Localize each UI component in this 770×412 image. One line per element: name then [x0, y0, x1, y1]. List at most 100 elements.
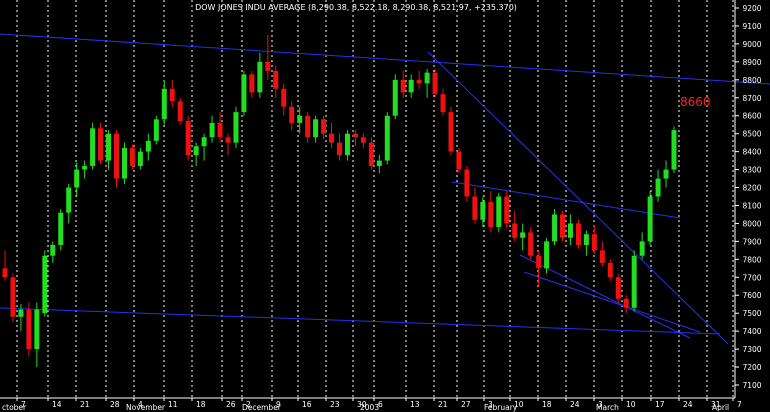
y-tick-label: 7300	[742, 345, 761, 354]
candle	[185, 115, 191, 161]
candle-body	[82, 165, 88, 170]
candle	[58, 209, 64, 251]
x-tick-label: 18	[542, 400, 552, 409]
candle-body	[575, 223, 581, 245]
y-tick-label: 8700	[742, 94, 761, 103]
candle-body	[480, 201, 486, 220]
candle-body	[671, 130, 677, 170]
candle-body	[2, 268, 8, 278]
month-label: ctober	[2, 403, 27, 412]
x-tick-label: 23	[330, 400, 340, 409]
candle-body	[129, 148, 135, 166]
candle-body	[376, 160, 382, 166]
y-tick-label: 8000	[742, 219, 761, 228]
candle-body	[90, 128, 96, 166]
candle-body	[114, 133, 119, 179]
x-tick-label: 17	[655, 400, 665, 409]
candle-body	[66, 187, 72, 213]
candle-body	[145, 140, 151, 152]
y-tick-label: 7600	[742, 291, 761, 300]
y-tick-label: 8400	[742, 148, 761, 157]
x-tick-label: 7	[737, 400, 742, 409]
month-label: December	[242, 403, 282, 412]
candle-body	[225, 137, 231, 143]
candle-body	[567, 223, 573, 238]
candle-body	[663, 169, 669, 179]
x-tick-label: 18	[196, 400, 206, 409]
month-label: March	[596, 403, 619, 412]
candle-body	[392, 79, 398, 116]
candle-body	[98, 128, 104, 161]
candle-body	[472, 196, 478, 220]
candle-body	[42, 255, 48, 314]
candle-body	[74, 169, 80, 188]
candle-body	[544, 241, 550, 269]
x-tick-label: 13	[410, 400, 420, 409]
candle	[464, 165, 470, 202]
y-tick-label: 8600	[742, 112, 761, 121]
candle-body	[249, 74, 255, 93]
candle-body	[615, 277, 621, 299]
candle-body	[289, 106, 295, 123]
candle	[241, 70, 247, 116]
candle-body	[591, 234, 597, 251]
candle	[560, 210, 565, 242]
candle-body	[456, 151, 462, 170]
y-tick-label: 7100	[742, 381, 761, 390]
stock-chart: 9200 9100 9000 8900 8800 8700 8600 8500 8400 8300…	[0, 0, 770, 412]
candle	[42, 250, 48, 317]
candle	[10, 273, 16, 323]
candle-body	[297, 115, 303, 123]
candle-body	[607, 262, 613, 278]
month-label: April	[712, 403, 729, 412]
candle-body	[273, 70, 279, 89]
candle	[496, 192, 502, 233]
candle-body	[504, 196, 510, 224]
candle-body	[337, 142, 342, 156]
candle-body	[424, 72, 430, 84]
candle	[177, 97, 183, 125]
candle-body	[384, 115, 390, 161]
y-tick-label: 7500	[742, 309, 761, 318]
candle-body	[233, 112, 239, 143]
candle	[504, 191, 510, 229]
candle-body	[313, 119, 319, 138]
candle-body	[416, 79, 422, 84]
candle-body	[217, 122, 223, 138]
candle-body	[536, 255, 542, 269]
candle-body	[400, 79, 406, 93]
candle-body	[10, 277, 16, 317]
candle	[90, 122, 96, 170]
y-tick-label: 7400	[742, 327, 761, 336]
y-tick-label: 7900	[742, 237, 761, 246]
candle-body	[488, 201, 494, 228]
chart-background	[0, 0, 770, 412]
candle-body	[432, 72, 438, 95]
candle-body	[631, 255, 637, 308]
candle-body	[368, 142, 374, 166]
candle-body	[161, 88, 167, 120]
x-tick-label: 28	[110, 400, 120, 409]
candle	[384, 112, 390, 165]
candle	[98, 122, 104, 165]
chart-title: DOW JONES INDU AVERAGE (8,290.38, 8,522.…	[195, 3, 517, 12]
y-tick-label: 7700	[742, 273, 761, 282]
candle	[615, 273, 621, 303]
candle	[631, 250, 637, 312]
y-tick-label: 8900	[742, 58, 761, 67]
candle-body	[647, 196, 653, 242]
x-tick-label: 27	[461, 400, 471, 409]
candle	[432, 69, 438, 98]
candle-body	[153, 119, 159, 141]
x-tick-label: 26	[226, 400, 236, 409]
y-tick-label: 7800	[742, 255, 761, 264]
candle-body	[528, 232, 534, 256]
x-tick-label: 11	[168, 400, 178, 409]
candle-body	[185, 121, 191, 156]
y-tick-label: 8500	[742, 130, 761, 139]
candle-body	[440, 94, 446, 113]
candle-body	[121, 148, 127, 179]
candle-body	[520, 232, 526, 238]
candle-body	[560, 214, 565, 238]
candle	[392, 74, 398, 120]
